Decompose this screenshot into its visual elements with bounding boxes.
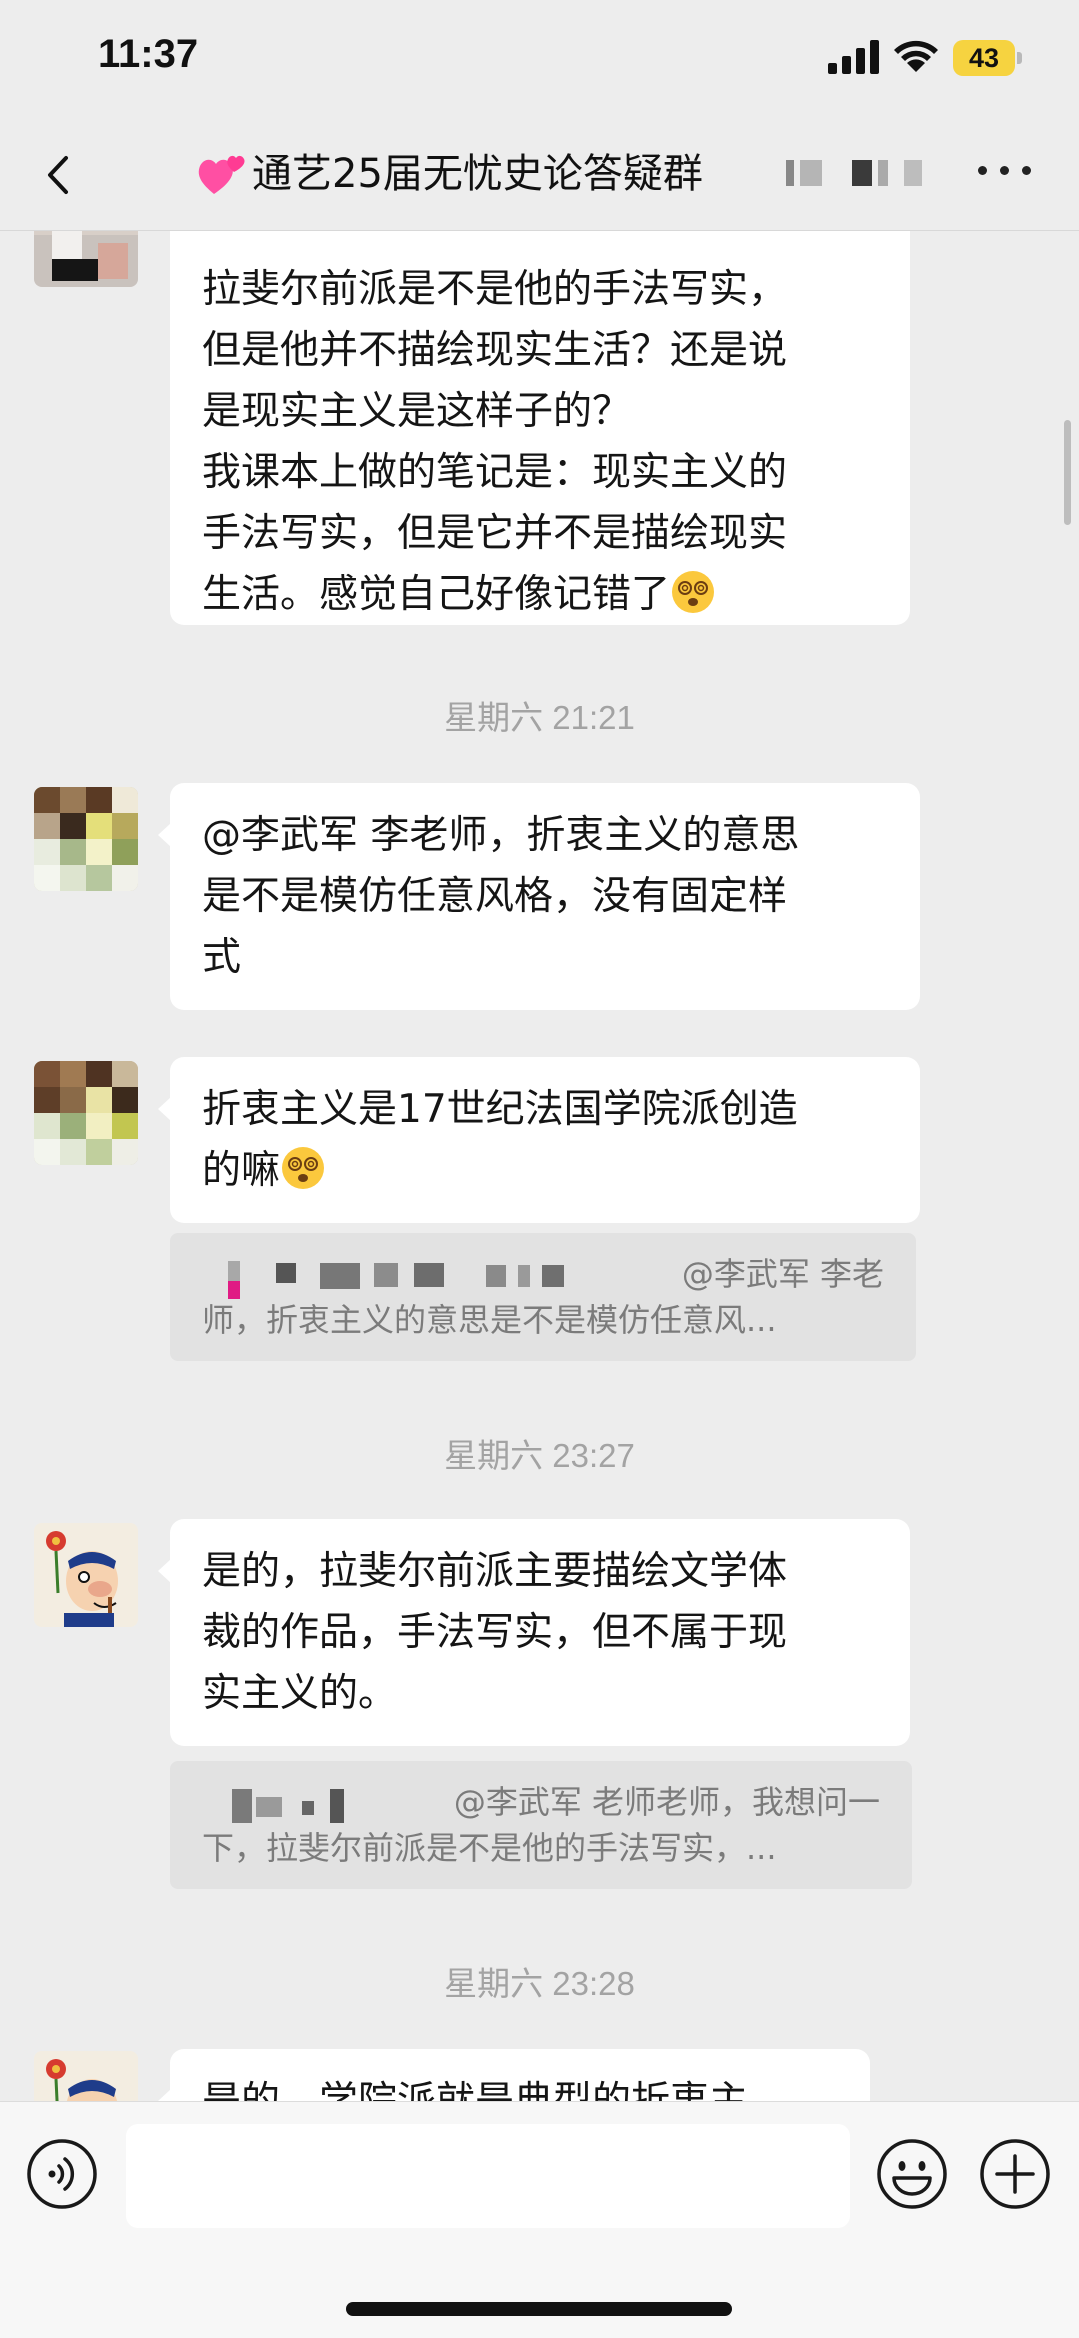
status-bar: 11:37 43 <box>0 0 1079 120</box>
voice-icon[interactable] <box>26 2138 98 2210</box>
message-bubble[interactable]: 是的，拉斐尔前派主要描绘文学体 裁的作品，手法写实，但不属于现 实主义的。 <box>158 1519 910 1746</box>
quoted-message[interactable]: @李武军 老师老师，我想问一 下，拉斐尔前派是不是他的手法写实，... <box>170 1761 912 1889</box>
wifi-icon <box>894 40 938 72</box>
blurred-title-part <box>800 160 822 186</box>
battery-indicator: 43 <box>953 40 1022 76</box>
battery-cap <box>1017 52 1022 64</box>
blurred-title-part <box>878 160 888 186</box>
avatar[interactable] <box>34 787 138 891</box>
blurred-sender-name <box>518 1265 530 1287</box>
message-line: @李武军 李老师，折衷主义的意思 <box>202 813 800 858</box>
blurred-title-part <box>786 160 794 186</box>
blurred-sender-name <box>228 1261 240 1281</box>
more-dot <box>1022 166 1031 175</box>
message-line: 的嘛 <box>202 1140 890 1201</box>
message-line: 手法写实，但是它并不是描绘现实 <box>202 511 788 556</box>
message-line-text: 的嘛 <box>202 1148 281 1193</box>
timestamp: 星期六 21:21 <box>444 699 635 736</box>
blurred-sender-name <box>228 1281 240 1299</box>
message-line: 式 <box>202 935 242 980</box>
blurred-sender-name <box>374 1263 398 1287</box>
quote-text: 下，拉斐尔前派是不是他的手法写实，... <box>202 1829 777 1867</box>
blurred-sender-name <box>330 1789 344 1823</box>
blurred-sender-name <box>302 1801 314 1815</box>
more-dot <box>1000 166 1009 175</box>
chat-message-list[interactable]: 拉斐尔前派是不是他的手法写实， 但是他并不描绘现实生活？还是说 是现实主义是这样… <box>0 231 1079 2101</box>
emoji-icon[interactable] <box>876 2138 948 2210</box>
blurred-sender-name <box>232 1789 252 1823</box>
quote-first-line: @李武军 李老 <box>202 1251 884 1299</box>
message-line: 拉斐尔前派是不是他的手法写实， <box>202 267 788 312</box>
blurred-sender-name <box>276 1263 296 1283</box>
two-hearts-icon <box>198 155 245 194</box>
timestamp: 星期六 23:27 <box>444 1437 635 1474</box>
message-line: 但是他并不描绘现实生活？还是说 <box>202 328 788 373</box>
quoted-message[interactable]: @李武军 李老 师，折衷主义的意思是不是模仿任意风... <box>170 1233 916 1361</box>
dizzy-face-emoji-icon <box>282 1147 325 1189</box>
popeye-avatar-icon <box>34 2051 138 2101</box>
avatar[interactable] <box>34 1061 138 1165</box>
quote-first-line: @李武军 老师老师，我想问一 <box>202 1779 880 1825</box>
quote-text: @李武军 李老 <box>681 1255 884 1293</box>
message-bubble[interactable]: 折衷主义是17世纪法国学院派创造 的嘛 <box>158 1057 920 1223</box>
blurred-sender-name <box>320 1263 360 1289</box>
more-options-button[interactable] <box>976 150 1036 190</box>
avatar[interactable] <box>34 1523 138 1627</box>
message-text: 拉斐尔前派是不是他的手法写实， 但是他并不描绘现实生活？还是说 是现实主义是这样… <box>202 259 880 625</box>
message-line: 折衷主义是17世纪法国学院派创造 <box>202 1087 798 1132</box>
quote-text: @李武军 老师老师，我想问一 <box>453 1783 880 1821</box>
message-line-text: 生活。感觉自己好像记错了 <box>202 572 671 617</box>
chat-title: 通艺25届无忧史论答疑群 <box>252 151 703 197</box>
message-line: 是现实主义是这样子的？ <box>202 389 632 434</box>
message-line: 实主义的。 <box>202 1671 398 1716</box>
chevron-left-icon[interactable] <box>36 148 86 202</box>
message-bubble[interactable]: 拉斐尔前派是不是他的手法写实， 但是他并不描绘现实生活？还是说 是现实主义是这样… <box>170 231 910 625</box>
message-line: 裁的作品，手法写实，但不属于现 <box>202 1610 788 1655</box>
blurred-title-part <box>852 160 872 186</box>
cellular-signal-icon <box>828 40 879 74</box>
message-line: 我课本上做的笔记是：现实主义的 <box>202 450 788 495</box>
blurred-sender-name <box>486 1265 506 1287</box>
blurred-sender-name <box>256 1797 282 1817</box>
home-indicator <box>346 2302 732 2316</box>
quote-text: 师，折衷主义的意思是不是模仿任意风... <box>202 1301 777 1339</box>
popeye-avatar-icon <box>34 1523 138 1627</box>
message-line: 是的，拉斐尔前派主要描绘文学体 <box>202 1549 788 1594</box>
avatar[interactable] <box>34 231 138 287</box>
plus-icon[interactable] <box>979 2138 1051 2210</box>
timestamp: 星期六 23:28 <box>444 1965 635 2002</box>
dizzy-face-emoji-icon <box>672 571 715 613</box>
message-line: 生活。感觉自己好像记错了 <box>202 564 880 625</box>
message-line: 是不是模仿任意风格，没有固定样 <box>202 874 788 919</box>
message-input[interactable] <box>126 2124 850 2228</box>
status-time: 11:37 <box>98 32 199 76</box>
blurred-sender-name <box>414 1263 444 1287</box>
battery-level: 43 <box>968 43 1000 73</box>
input-bar <box>0 2101 1079 2338</box>
message-bubble[interactable]: @李武军 李老师，折衷主义的意思 是不是模仿任意风格，没有固定样 式 <box>158 783 920 1010</box>
more-dot <box>978 166 987 175</box>
message-line: 是的，学院派就是典型的折衷主 <box>202 2071 840 2101</box>
blurred-sender-name <box>542 1265 564 1287</box>
avatar[interactable] <box>34 2051 138 2101</box>
blurred-title-part <box>904 160 922 186</box>
scrollbar[interactable] <box>1064 420 1071 525</box>
message-bubble[interactable]: 是的，学院派就是典型的折衷主 <box>158 2049 870 2101</box>
